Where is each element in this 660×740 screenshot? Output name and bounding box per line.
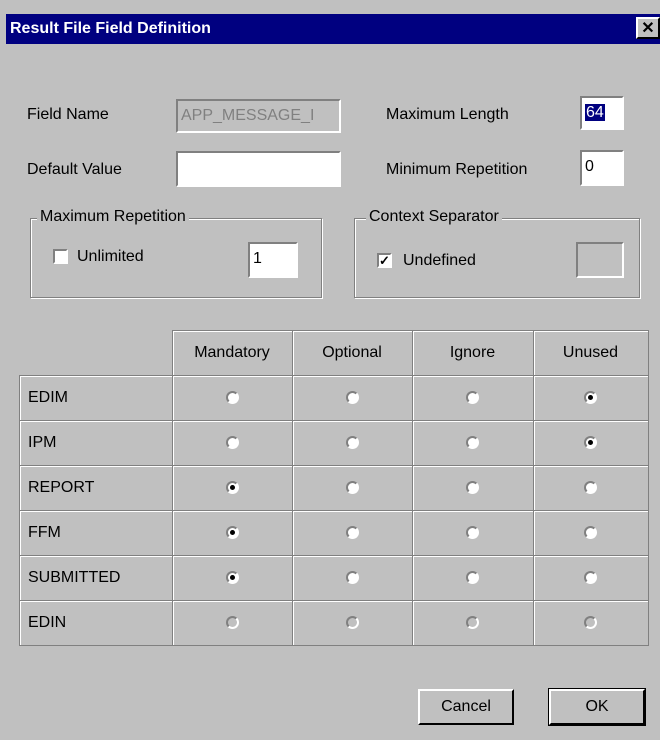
maximum-length-value: 64 <box>585 104 605 121</box>
row-label: EDIN <box>19 600 173 646</box>
close-button[interactable]: ✕ <box>636 17 660 39</box>
column-header: Optional <box>291 330 413 376</box>
radio-button[interactable] <box>584 436 597 450</box>
row-label: EDIM <box>19 375 173 421</box>
cancel-button[interactable]: Cancel <box>418 689 514 725</box>
radio-button[interactable] <box>584 526 597 540</box>
grid-row: EDIN <box>19 600 649 646</box>
row-label: IPM <box>19 420 173 466</box>
unlimited-label[interactable]: Unlimited <box>77 248 144 266</box>
column-header: Ignore <box>411 330 534 376</box>
grid-header-row: Mandatory Optional Ignore Unused <box>19 330 649 376</box>
radio-button <box>584 616 597 630</box>
radio-button[interactable] <box>225 526 239 540</box>
radio-button[interactable] <box>225 391 239 405</box>
minimum-repetition-input[interactable]: 0 <box>580 150 624 186</box>
column-header: Mandatory <box>171 330 293 376</box>
maximum-length-label: Maximum Length <box>386 106 509 123</box>
undefined-checkbox[interactable]: ✓ <box>377 253 392 268</box>
grid-corner <box>19 330 173 376</box>
radio-button[interactable] <box>466 436 479 450</box>
close-icon: ✕ <box>641 20 655 37</box>
title-bar: Result File Field Definition ✕ <box>6 14 660 44</box>
minimum-repetition-label: Minimum Repetition <box>386 161 528 178</box>
unlimited-checkbox[interactable] <box>53 249 68 264</box>
grid-row: FFM <box>19 510 649 556</box>
radio-button[interactable] <box>466 526 479 540</box>
field-name-label: Field Name <box>27 106 109 123</box>
ok-button[interactable]: OK <box>548 688 646 726</box>
grid-row: IPM <box>19 420 649 466</box>
radio-button <box>466 616 479 630</box>
radio-button[interactable] <box>466 481 479 495</box>
radio-button[interactable] <box>345 436 359 450</box>
grid-row: EDIM <box>19 375 649 421</box>
radio-button[interactable] <box>345 526 359 540</box>
radio-button[interactable] <box>584 391 597 405</box>
undefined-check-icon: ✓ <box>379 253 390 268</box>
context-separator-title: Context Separator <box>366 208 502 226</box>
row-label: REPORT <box>19 465 173 511</box>
undefined-label[interactable]: Undefined <box>403 252 476 270</box>
column-header: Unused <box>532 330 649 376</box>
radio-button[interactable] <box>466 571 479 585</box>
maximum-repetition-title: Maximum Repetition <box>37 208 189 226</box>
row-label: FFM <box>19 510 173 556</box>
maximum-repetition-input[interactable]: 1 <box>248 242 298 278</box>
message-type-grid: Mandatory Optional Ignore Unused EDIM IP… <box>19 330 649 646</box>
context-separator-input <box>576 242 624 278</box>
field-name-input[interactable]: APP_MESSAGE_I <box>176 99 341 133</box>
radio-button[interactable] <box>345 571 359 585</box>
maximum-length-input[interactable]: 64 <box>580 96 624 130</box>
grid-row: REPORT <box>19 465 649 511</box>
radio-button[interactable] <box>225 571 239 585</box>
radio-button[interactable] <box>466 391 479 405</box>
radio-button[interactable] <box>225 481 239 495</box>
radio-button[interactable] <box>345 481 359 495</box>
grid-row: SUBMITTED <box>19 555 649 601</box>
radio-button[interactable] <box>584 481 597 495</box>
radio-button[interactable] <box>584 571 597 585</box>
default-value-label: Default Value <box>27 161 122 178</box>
default-value-input[interactable] <box>176 151 341 187</box>
row-label: SUBMITTED <box>19 555 173 601</box>
dialog-window: Result File Field Definition ✕ Field Nam… <box>0 0 660 740</box>
radio-button[interactable] <box>225 436 239 450</box>
radio-button <box>345 616 359 630</box>
window-title: Result File Field Definition <box>10 20 211 37</box>
radio-button <box>225 616 239 630</box>
radio-button[interactable] <box>345 391 359 405</box>
